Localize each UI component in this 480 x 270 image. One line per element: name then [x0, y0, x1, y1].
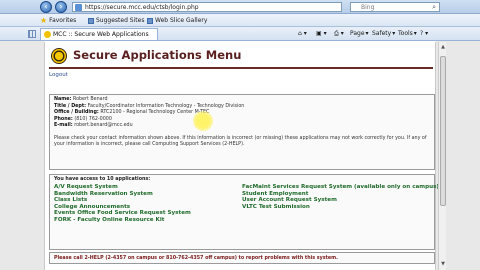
search-icon[interactable]: ⌕	[432, 3, 436, 12]
favorites-bar: ★ Favorites Suggested Sites Web Slice Ga…	[0, 14, 480, 27]
tools-menu-label: Tools	[398, 30, 413, 37]
applications-panel: You have access to 10 applications: A/V …	[49, 174, 439, 250]
tab-title: MCC :: Secure Web Applications	[53, 31, 149, 38]
app-link-bandwidth-reservation[interactable]: Bandwidth Reservation System	[54, 191, 242, 198]
forward-button[interactable]: ›	[55, 1, 67, 13]
app-link-events-food-service[interactable]: Events Office Food Service Request Syste…	[54, 210, 242, 217]
address-bar-row: ‹ › https://secure.mcc.edu/ctsb/login.ph…	[0, 0, 480, 20]
contact-phone: (810) 762-0000	[74, 116, 112, 122]
page-menu[interactable]: Page ▾	[350, 27, 369, 41]
scroll-up-icon[interactable]: ▲	[439, 43, 447, 51]
applications-column-left: A/V Request System Bandwidth Reservation…	[54, 184, 242, 224]
star-icon: ★	[40, 16, 48, 25]
feeds-button[interactable]: ▣ ▾	[316, 27, 327, 41]
window-margin-left	[0, 41, 44, 270]
scroll-down-icon[interactable]: ▼	[439, 260, 447, 268]
contact-email: robert.benard@mcc.edu	[74, 123, 133, 128]
page-title: Secure Applications Menu	[73, 48, 242, 62]
app-link-facmaint[interactable]: FacMaint Services Request System (availa…	[242, 184, 439, 191]
applications-heading: You have access to 10 applications:	[54, 177, 151, 182]
page-icon	[147, 17, 153, 24]
title-divider	[49, 67, 433, 69]
app-link-college-announcements[interactable]: College Announcements	[54, 204, 242, 211]
app-link-class-lists[interactable]: Class Lists	[54, 197, 242, 204]
app-link-user-account-request[interactable]: User Account Request System	[242, 197, 430, 204]
favorites-item-label: Suggested Sites	[96, 17, 145, 24]
app-link-student-employment[interactable]: Student Employment	[242, 191, 430, 198]
contact-name: Robert Benard	[72, 97, 108, 102]
favorites-item-suggested-sites[interactable]: Suggested Sites	[88, 14, 144, 27]
tools-menu[interactable]: Tools ▾	[398, 27, 417, 41]
url-text: https://secure.mcc.edu/ctsb/login.php	[85, 4, 199, 11]
app-link-av-request[interactable]: A/V Request System	[54, 184, 242, 191]
tab-bar: MCC :: Secure Web Applications ⌂ ▾ ▣ ▾ ⎙…	[0, 27, 480, 41]
cursor-highlight	[193, 111, 213, 131]
page-menu-label: Page	[350, 30, 365, 37]
favorites-item-web-slice-gallery[interactable]: Web Slice Gallery	[147, 14, 207, 27]
search-input[interactable]: Bing ⌕	[350, 2, 440, 12]
contact-info-panel: Name: Robert Benard Title / Dept: Facult…	[49, 94, 435, 170]
favorites-item-label: Web Slice Gallery	[155, 17, 208, 24]
logout-link[interactable]: Logout	[49, 72, 68, 78]
favorites-label: Favorites	[49, 17, 77, 24]
contact-title: Faculty/Coordinator Information Technolo…	[87, 103, 245, 109]
home-button[interactable]: ⌂ ▾	[298, 27, 307, 41]
safety-menu[interactable]: Safety ▾	[372, 27, 395, 41]
page-icon	[88, 17, 94, 24]
contact-warning: Please check your contact information sh…	[54, 135, 427, 148]
vertical-scrollbar[interactable]: ▲ ▼	[438, 42, 446, 270]
tab-mcc-secure-web-applications[interactable]: MCC :: Secure Web Applications	[40, 28, 158, 40]
print-button[interactable]: ⎙ ▾	[334, 27, 344, 41]
page-icon	[75, 4, 82, 11]
help-footer: Please call 2-HELP (2-4357 on campus or …	[49, 252, 435, 264]
scrollbar-thumb[interactable]	[440, 56, 446, 206]
favorites-button[interactable]: ★ Favorites	[40, 14, 76, 27]
mcc-logo	[51, 48, 67, 64]
site-icon	[44, 31, 51, 38]
search-placeholder: Bing	[361, 4, 375, 11]
app-link-vltc-test-submission[interactable]: VLTC Test Submission	[242, 204, 430, 211]
help-icon[interactable]: ? ▾	[420, 27, 428, 41]
back-button[interactable]: ‹	[40, 1, 52, 13]
app-link-fork[interactable]: FORK - Faculty Online Resource Kit	[54, 217, 242, 224]
applications-column-right: FacMaint Services Request System (availa…	[242, 184, 439, 224]
safety-menu-label: Safety	[372, 30, 392, 37]
page-content: Secure Applications Menu Logout Name: Ro…	[44, 42, 439, 270]
contact-office: RTC2100 - Regional Technology Center M-T…	[100, 110, 210, 115]
address-input[interactable]: https://secure.mcc.edu/ctsb/login.php ⟳ …	[72, 2, 400, 20]
quick-tabs-icon[interactable]	[28, 30, 36, 38]
